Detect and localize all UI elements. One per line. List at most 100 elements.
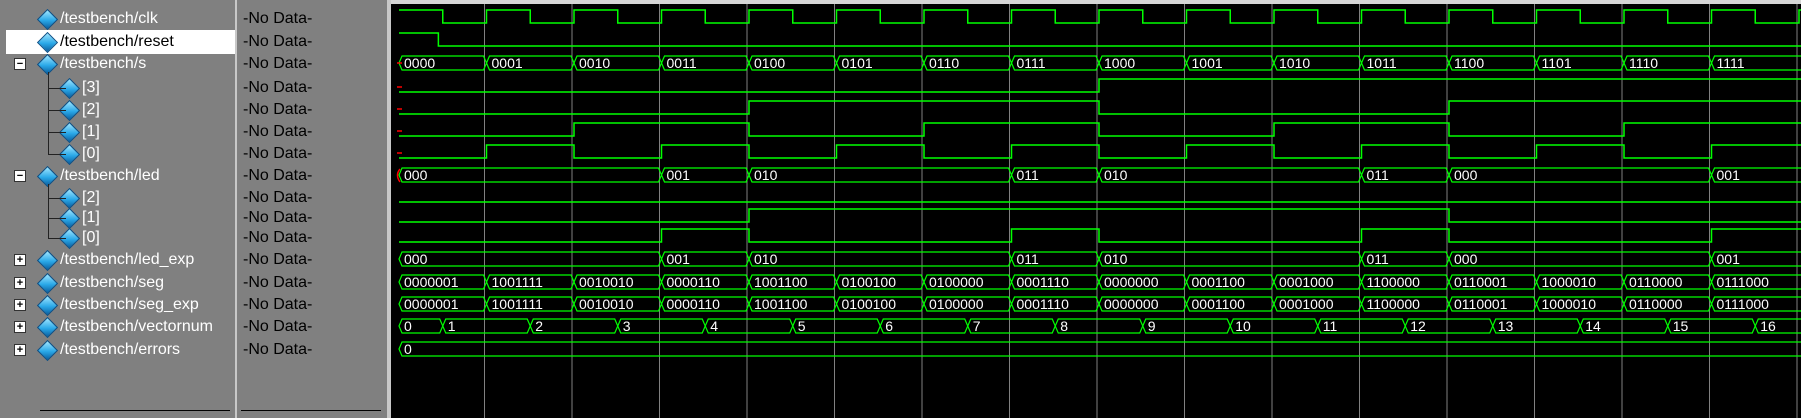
tree-connector	[48, 110, 66, 111]
seg-bus-value: 0100000	[929, 274, 984, 290]
signal-row[interactable]: [2]	[0, 98, 235, 122]
s-bus-value: 1110	[1629, 55, 1658, 71]
seg-bus-value: 0100100	[842, 274, 897, 290]
signal-value: -No Data-	[243, 229, 313, 246]
errors-bus-value: 0	[404, 341, 412, 357]
seg-bus-value: 0111000	[1717, 274, 1770, 290]
signal-row[interactable]: + /testbench/seg	[0, 271, 235, 295]
led-exp-bus-value: 011	[1367, 251, 1390, 267]
s-bit-trace	[399, 144, 1801, 159]
signal-row[interactable]: + /testbench/seg_exp	[0, 293, 235, 317]
signal-value-row: -No Data-	[237, 164, 387, 188]
signal-row[interactable]: /testbench/reset	[6, 30, 235, 54]
s-bus-value: 1101	[1542, 55, 1572, 71]
signal-row[interactable]: + /testbench/vectornum	[0, 315, 235, 339]
signal-value: -No Data-	[243, 189, 313, 206]
vectornum-bus-value: 5	[798, 318, 806, 334]
vectornum-bus-value: 1	[448, 318, 456, 334]
signal-value-row: -No Data-	[237, 76, 387, 100]
led-bus-value: 011	[1367, 167, 1390, 183]
signal-value: -No Data-	[243, 251, 313, 268]
vectornum-bus-value: 12	[1410, 318, 1426, 334]
seg-exp-bus-value: 0111000	[1717, 296, 1770, 312]
signal-value: -No Data-	[243, 55, 313, 72]
reset-trace	[399, 32, 1801, 47]
s-bus-value: 1001	[1192, 55, 1223, 71]
signal-value-row: -No Data-	[237, 293, 387, 317]
collapse-icon[interactable]: −	[14, 170, 26, 182]
tree-connector	[48, 88, 66, 89]
signal-name: /testbench/clk	[60, 10, 158, 27]
led-bus-value: 010	[1104, 167, 1128, 183]
s-bus-value: 0000	[404, 55, 435, 71]
signal-name: /testbench/errors	[60, 341, 181, 358]
s-bus-value: 1111	[1717, 55, 1745, 71]
signal-value: -No Data-	[243, 167, 313, 184]
vectornum-bus-value: 4	[710, 318, 718, 334]
signal-value: -No Data-	[243, 10, 313, 27]
signal-row[interactable]: [0]	[0, 226, 235, 250]
expand-icon[interactable]: +	[14, 277, 26, 289]
led-bus-value: 001	[1717, 167, 1741, 183]
led-exp-bus-segment	[398, 251, 663, 267]
signal-row[interactable]: + /testbench/errors	[0, 338, 235, 362]
led-exp-bus-value: 001	[1717, 251, 1741, 267]
seg-exp-bus-value: 1001111	[492, 296, 544, 312]
collapse-icon[interactable]: −	[14, 58, 26, 70]
seg-bus-value: 1000010	[1542, 274, 1597, 290]
seg-exp-bus-value: 0001100	[1192, 296, 1246, 312]
led-exp-bus-value: 010	[1104, 251, 1128, 267]
expand-icon[interactable]: +	[14, 254, 26, 266]
signal-name: [0]	[82, 229, 100, 246]
led-exp-bus-value: 010	[754, 251, 778, 267]
s-bus-value: 0100	[754, 55, 785, 71]
seg-bus-value: 0001110	[1017, 274, 1070, 290]
s-bus-value: 0010	[579, 55, 610, 71]
seg-exp-bus-value: 0110000	[1629, 296, 1683, 312]
signal-row[interactable]: [0]	[0, 142, 235, 166]
vectornum-bus-value: 6	[885, 318, 893, 334]
waveform-pane[interactable]: 0000 0001 0010 0011 0100 0101 0110 0111 1000 1001…	[391, 4, 1801, 418]
vectornum-bus-value: 7	[973, 318, 981, 334]
signal-value: -No Data-	[243, 145, 313, 162]
led-bus-segment	[1098, 167, 1363, 183]
led-exp-bus-value: 000	[404, 251, 428, 267]
expand-icon[interactable]: +	[14, 344, 26, 356]
signal-name-pane: /testbench/clk/testbench/reset − /testbenc…	[0, 0, 235, 418]
signal-row[interactable]: − /testbench/led	[0, 164, 235, 188]
signal-name: [1]	[82, 209, 100, 226]
vectornum-bus-value: 14	[1585, 318, 1601, 334]
tree-connector	[48, 238, 66, 239]
s-bus-value: 1100	[1454, 55, 1484, 71]
led-exp-bus-segment	[748, 251, 1013, 267]
signal-icon	[36, 316, 59, 339]
seg-bus-value: 1001100	[754, 274, 808, 290]
signal-name: [2]	[82, 101, 100, 118]
expand-icon[interactable]: +	[14, 321, 26, 333]
seg-bus-value: 0010010	[579, 274, 634, 290]
vectornum-bus-value: 11	[1323, 318, 1338, 334]
signal-value-row: -No Data-	[237, 248, 387, 272]
signal-value-row: -No Data-	[237, 120, 387, 144]
seg-exp-bus-value: 0010010	[579, 296, 634, 312]
signal-row[interactable]: /testbench/clk	[0, 7, 235, 31]
led-exp-bus-segment	[1448, 251, 1713, 267]
seg-exp-bus-value: 0001110	[1017, 296, 1070, 312]
led-bus-value: 010	[754, 167, 778, 183]
signal-row[interactable]: − /testbench/s	[0, 52, 235, 76]
s-bus-value: 0110	[929, 55, 959, 71]
led-exp-bus-value: 000	[1454, 251, 1478, 267]
signal-value-row: -No Data-	[237, 98, 387, 122]
seg-exp-bus-value: 0000001	[404, 296, 459, 312]
led-bus-segment	[398, 167, 663, 183]
seg-bus-value: 1001111	[492, 274, 544, 290]
signal-row[interactable]: [1]	[0, 120, 235, 144]
signal-name: [3]	[82, 79, 100, 96]
led-bus-value: 011	[1017, 167, 1040, 183]
tree-connector	[48, 132, 66, 133]
signal-row[interactable]: [3]	[0, 76, 235, 100]
signal-name: /testbench/led	[60, 167, 160, 184]
expand-icon[interactable]: +	[14, 299, 26, 311]
signal-row[interactable]: + /testbench/led_exp	[0, 248, 235, 272]
vectornum-bus-value: 13	[1498, 318, 1514, 334]
